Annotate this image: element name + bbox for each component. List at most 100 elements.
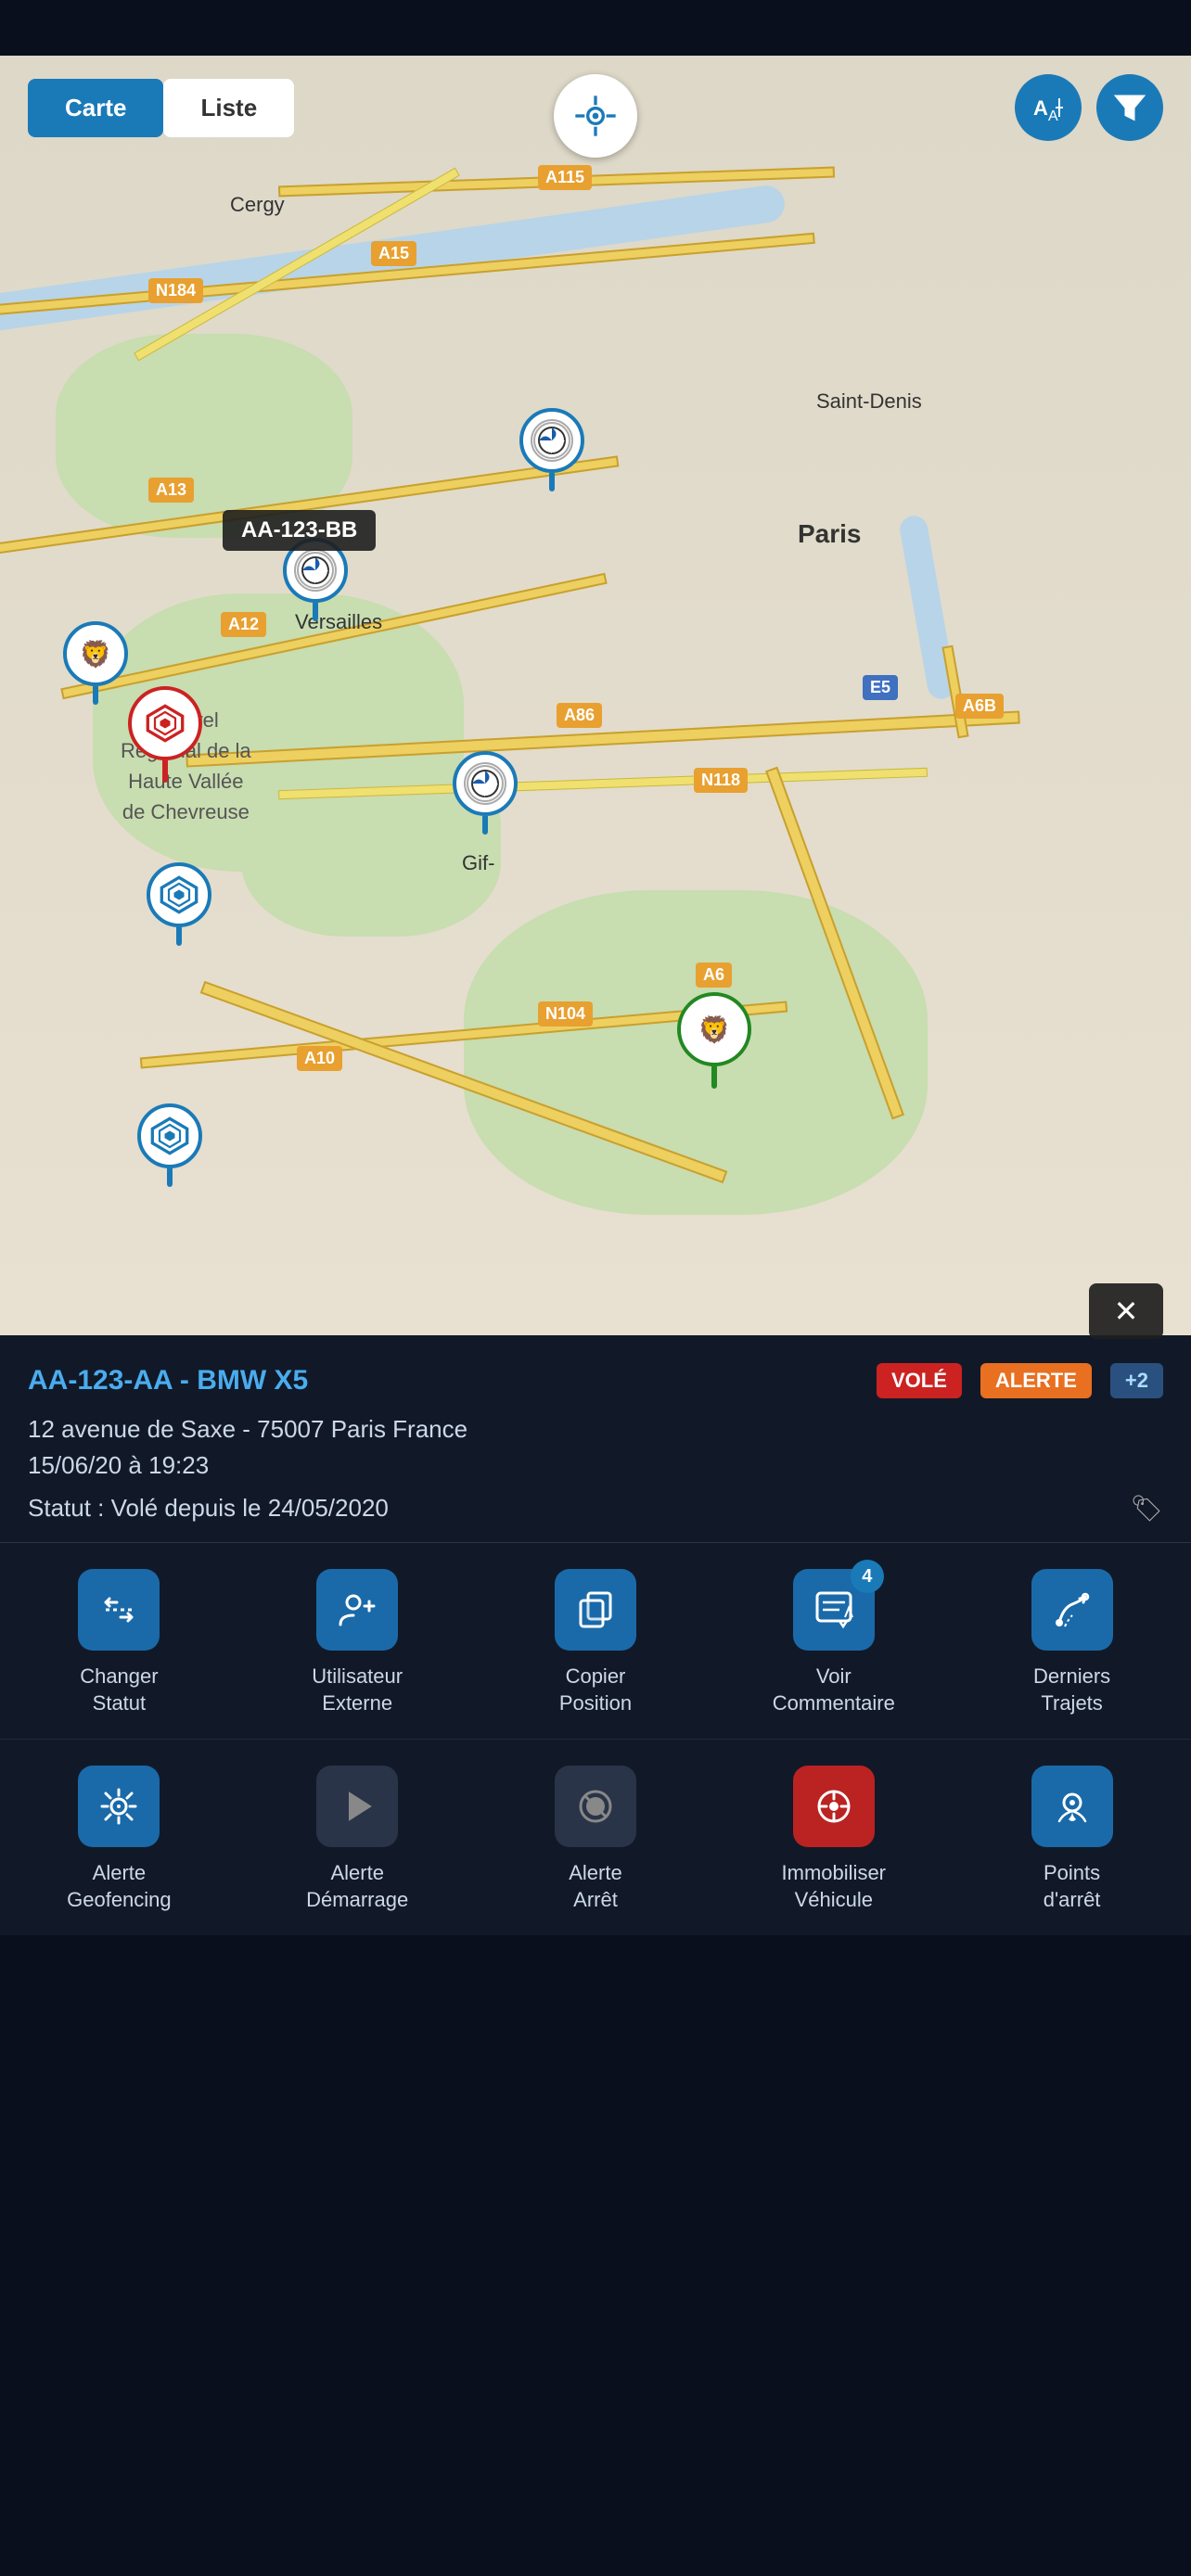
road-label-n104: N104 xyxy=(538,1001,593,1027)
vehicle-address: 12 avenue de Saxe - 75007 Paris France 1… xyxy=(28,1411,1163,1484)
changer-statut-label: ChangerStatut xyxy=(80,1664,158,1716)
alerte-arret-icon-wrap xyxy=(555,1766,636,1847)
pin-circle xyxy=(519,408,584,473)
tab-group: Carte Liste xyxy=(28,79,294,137)
pin-circle: 🦁 xyxy=(63,621,128,686)
road-label-a10: A10 xyxy=(297,1046,342,1071)
road-label-a12: A12 xyxy=(221,612,266,637)
action-copier-position[interactable]: CopierPosition xyxy=(477,1543,715,1739)
bmw-logo xyxy=(294,549,337,592)
pin-circle: 🦁 xyxy=(677,992,751,1066)
action-alerte-geofencing[interactable]: AlerteGeofencing xyxy=(0,1739,238,1935)
city-label-saint-denis: Saint-Denis xyxy=(816,389,922,414)
badge-alerte: ALERTE xyxy=(980,1363,1092,1398)
close-button[interactable]: ✕ xyxy=(1089,1283,1163,1339)
utilisateur-externe-label: UtilisateurExterne xyxy=(312,1664,403,1716)
location-center-btn[interactable] xyxy=(554,74,637,158)
city-label-cergy: Cergy xyxy=(230,193,285,217)
svg-text:A: A xyxy=(1033,96,1048,120)
alerte-geofencing-icon-wrap xyxy=(78,1766,160,1847)
alerte-demarrage-icon-wrap xyxy=(316,1766,398,1847)
renault-logo xyxy=(158,874,200,916)
pin-circle xyxy=(128,686,202,760)
alerte-geofencing-label: AlerteGeofencing xyxy=(67,1860,172,1913)
road-label-n118: N118 xyxy=(694,768,748,793)
pin-circle xyxy=(137,1103,202,1168)
immobiliser-vehicule-label: ImmobiliserVéhicule xyxy=(782,1860,886,1913)
action-voir-commentaire[interactable]: 4 VoirCommentaire xyxy=(714,1543,953,1739)
tab-carte[interactable]: Carte xyxy=(28,79,163,137)
changer-statut-icon-wrap xyxy=(78,1569,160,1651)
peugeot-logo: 🦁 xyxy=(693,1008,736,1051)
pin-circle xyxy=(147,862,211,927)
pin-tail xyxy=(93,686,98,705)
map-pin-renault-blue[interactable] xyxy=(147,862,211,946)
action-points-arret[interactable]: Pointsd'arrêt xyxy=(953,1739,1191,1935)
pin-tail xyxy=(167,1168,173,1187)
svg-text:A: A xyxy=(1048,108,1058,124)
badge-vole: VOLÉ xyxy=(877,1363,962,1398)
badge-plus: +2 xyxy=(1110,1363,1163,1398)
renault-logo xyxy=(144,702,186,745)
road-label-e5: E5 xyxy=(863,675,898,700)
vehicle-tooltip-label: AA-123-BB xyxy=(223,510,376,551)
action-utilisateur-externe[interactable]: UtilisateurExterne xyxy=(238,1543,477,1739)
map-pin-renault-stolen[interactable] xyxy=(128,686,202,783)
map-pin-bmw-gif[interactable] xyxy=(453,751,518,835)
status-bar xyxy=(0,0,1191,56)
city-label-gif: Gif- xyxy=(462,851,494,875)
pin-tail xyxy=(711,1066,717,1089)
road-label-a13: A13 xyxy=(148,478,194,503)
pin-tail xyxy=(162,760,168,783)
vehicle-title: AA-123-AA - BMW X5 xyxy=(28,1365,858,1396)
action-alerte-demarrage[interactable]: AlerteDémarrage xyxy=(238,1739,477,1935)
font-size-btn[interactable]: A A xyxy=(1015,74,1082,141)
alerte-demarrage-label: AlerteDémarrage xyxy=(306,1860,408,1913)
road-label-a15: A15 xyxy=(371,241,416,266)
map-pin-peugeot-left[interactable]: 🦁 xyxy=(63,621,128,705)
road-label-a115: A115 xyxy=(538,165,592,190)
map-pin-renault-blue-bottom[interactable] xyxy=(137,1103,202,1187)
map-pin-peugeot-green[interactable]: 🦁 xyxy=(677,992,751,1089)
city-label-paris: Paris xyxy=(798,519,862,549)
derniers-trajets-icon-wrap xyxy=(1031,1569,1113,1651)
peugeot-logo: 🦁 xyxy=(74,632,117,675)
action-alerte-arret[interactable]: AlerteArrêt xyxy=(477,1739,715,1935)
pin-tail xyxy=(482,816,488,835)
bmw-logo xyxy=(531,419,573,462)
utilisateur-externe-icon-wrap xyxy=(316,1569,398,1651)
header-right: A A xyxy=(1015,74,1163,141)
map-pin-bmw-neuilly[interactable] xyxy=(519,408,584,491)
immobiliser-vehicule-icon-wrap xyxy=(793,1766,875,1847)
points-arret-icon-wrap xyxy=(1031,1766,1113,1847)
tag-icon: 🏷 xyxy=(1130,1493,1163,1524)
pin-tail xyxy=(549,473,555,491)
alerte-arret-label: AlerteArrêt xyxy=(569,1860,621,1913)
action-derniers-trajets[interactable]: DerniersTrajets xyxy=(953,1543,1191,1739)
map-container: A115 A15 N184 A13 A12 A86 A6B E5 N118 N1… xyxy=(0,56,1191,1335)
road-label-a6b: A6B xyxy=(955,694,1004,719)
derniers-trajets-label: DerniersTrajets xyxy=(1033,1664,1110,1716)
action-changer-statut[interactable]: ChangerStatut xyxy=(0,1543,238,1739)
voir-commentaire-badge: 4 xyxy=(851,1560,884,1593)
voir-commentaire-icon-wrap: 4 xyxy=(793,1569,875,1651)
road-label-a86: A86 xyxy=(557,703,602,728)
vehicle-title-row: AA-123-AA - BMW X5 VOLÉ ALERTE +2 xyxy=(28,1363,1163,1398)
vehicle-statut: Statut : Volé depuis le 24/05/2020 🏷 xyxy=(28,1493,1163,1524)
road-label-n184: N184 xyxy=(148,278,203,303)
pin-tail xyxy=(176,927,182,946)
filter-btn[interactable] xyxy=(1096,74,1163,141)
vehicle-info: AA-123-AA - BMW X5 VOLÉ ALERTE +2 12 ave… xyxy=(0,1335,1191,1543)
tab-liste[interactable]: Liste xyxy=(163,79,294,137)
pin-tail xyxy=(313,603,318,621)
actions-grid: ChangerStatut UtilisateurExterne xyxy=(0,1543,1191,1935)
voir-commentaire-label: VoirCommentaire xyxy=(773,1664,895,1716)
road-label-a6: A6 xyxy=(696,963,732,988)
pin-circle xyxy=(453,751,518,816)
copier-position-label: CopierPosition xyxy=(559,1664,632,1716)
action-immobiliser-vehicule[interactable]: ImmobiliserVéhicule xyxy=(714,1739,953,1935)
points-arret-label: Pointsd'arrêt xyxy=(1044,1860,1101,1913)
bmw-logo xyxy=(464,762,506,805)
copier-position-icon-wrap xyxy=(555,1569,636,1651)
renault-logo xyxy=(148,1115,191,1157)
